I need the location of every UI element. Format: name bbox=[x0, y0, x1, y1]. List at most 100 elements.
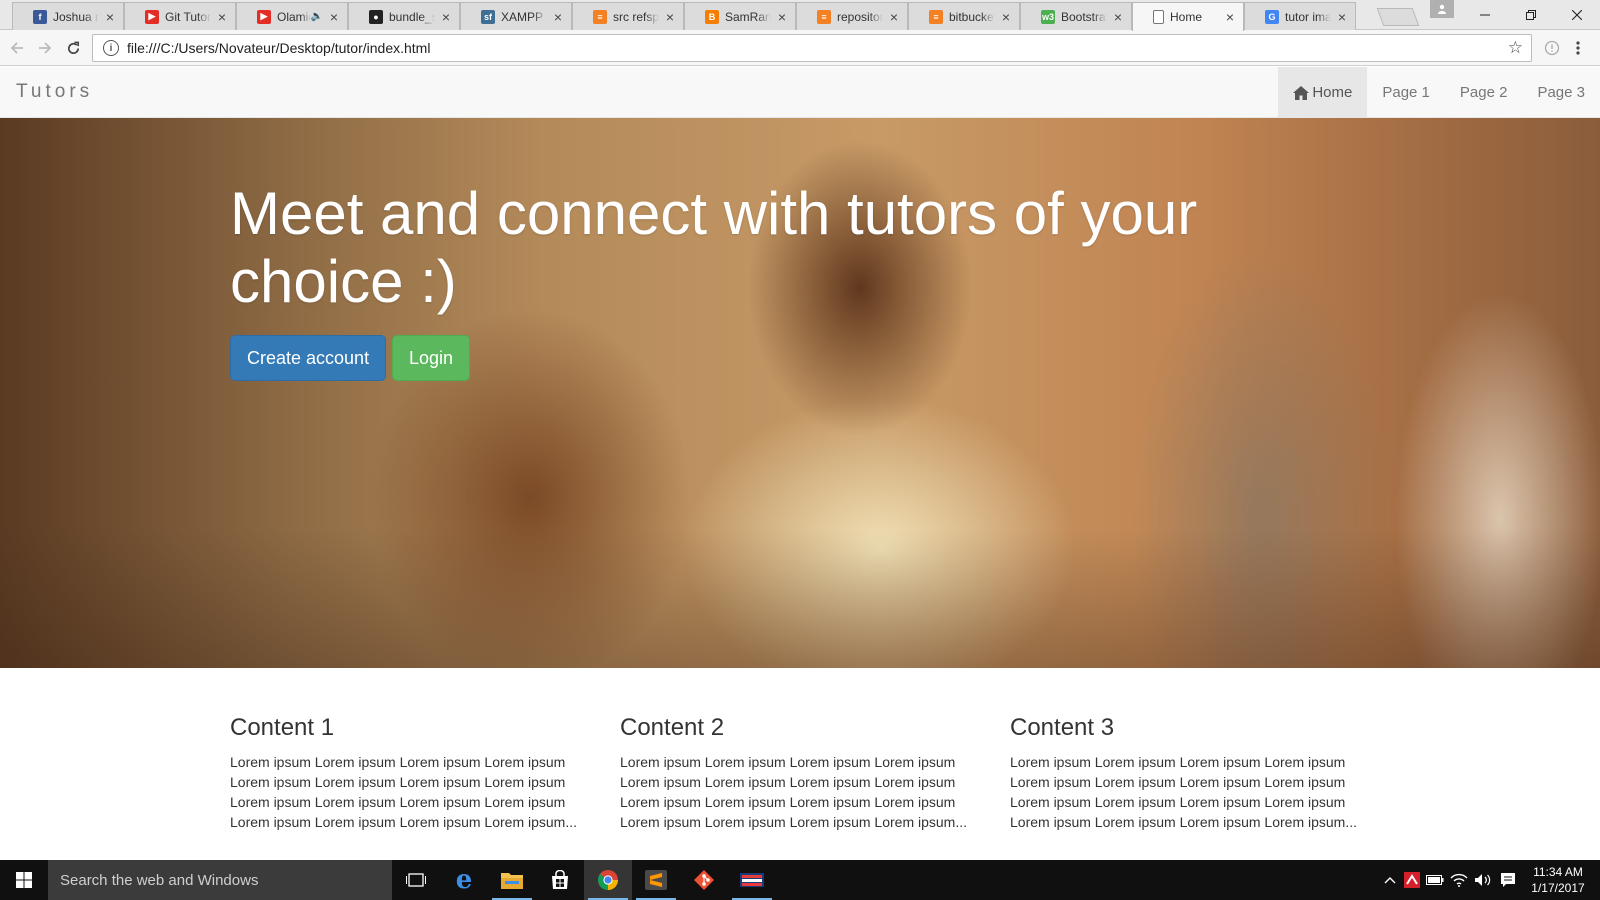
store-icon[interactable] bbox=[536, 860, 584, 900]
close-tab-icon[interactable]: × bbox=[215, 9, 229, 25]
close-tab-icon[interactable]: × bbox=[327, 9, 341, 25]
tab-title: bundle_sc bbox=[389, 9, 435, 24]
tab-title: SamRang bbox=[725, 9, 771, 24]
browser-tab[interactable]: sf XAMPP | S × bbox=[460, 2, 572, 30]
info-icon[interactable]: i bbox=[103, 40, 119, 56]
nav-page-1[interactable]: Page 1 bbox=[1367, 67, 1445, 117]
site-brand[interactable]: Tutors bbox=[16, 81, 93, 103]
tab-title: Home bbox=[1170, 10, 1203, 24]
volume-icon[interactable] bbox=[1472, 860, 1494, 900]
forward-button[interactable] bbox=[34, 37, 56, 59]
stackoverflow-icon: ≡ bbox=[929, 9, 943, 24]
sourceforge-icon: sf bbox=[481, 9, 495, 24]
windows-taskbar: Search the web and Windows e 11:34 AM 1/… bbox=[0, 860, 1600, 900]
tab-active[interactable]: Home × bbox=[1132, 2, 1244, 31]
home-icon bbox=[1293, 86, 1310, 100]
content-heading: Content 1 bbox=[230, 714, 335, 741]
blogger-icon: B bbox=[705, 9, 719, 24]
close-tab-icon[interactable]: × bbox=[663, 9, 677, 25]
sublime-text-icon[interactable] bbox=[632, 860, 680, 900]
nav-page-3[interactable]: Page 3 bbox=[1522, 67, 1600, 117]
google-icon: G bbox=[1265, 9, 1279, 24]
new-tab-button[interactable] bbox=[1376, 8, 1420, 26]
nav-home[interactable]: Home bbox=[1278, 67, 1368, 117]
youtube-icon: ▶ bbox=[257, 9, 271, 24]
windows-logo-icon bbox=[16, 872, 32, 888]
browser-tab[interactable]: w3 Bootstrap × bbox=[1020, 2, 1132, 30]
reload-button[interactable] bbox=[62, 37, 84, 59]
system-clock[interactable]: 11:34 AM 1/17/2017 bbox=[1526, 864, 1590, 896]
minimize-button[interactable] bbox=[1462, 0, 1508, 30]
tab-title: Joshua m bbox=[53, 9, 99, 24]
file-explorer-icon[interactable] bbox=[488, 860, 536, 900]
taskbar-search-box[interactable]: Search the web and Windows bbox=[48, 860, 392, 900]
close-tab-icon[interactable]: × bbox=[439, 9, 453, 25]
browser-tab[interactable]: ▶ Olamic🔈 × bbox=[236, 2, 348, 30]
audio-playing-icon[interactable]: 🔈 bbox=[311, 11, 323, 22]
close-tab-icon[interactable]: × bbox=[887, 9, 901, 25]
browser-toolbar: i file:///C:/Users/Novateur/Desktop/tuto… bbox=[0, 30, 1600, 66]
site-navbar: Tutors Home Page 1 Page 2 Page 3 bbox=[0, 67, 1600, 118]
browser-tab[interactable]: ▶ Git Tutori × bbox=[124, 2, 236, 30]
git-icon[interactable] bbox=[680, 860, 728, 900]
clock-date: 1/17/2017 bbox=[1531, 881, 1585, 895]
youtube-icon: ▶ bbox=[145, 9, 159, 24]
browser-tab[interactable]: ≡ bitbucket × bbox=[908, 2, 1020, 30]
close-tab-icon[interactable]: × bbox=[1335, 9, 1349, 25]
chrome-icon[interactable] bbox=[584, 860, 632, 900]
github-icon: ● bbox=[369, 9, 383, 24]
wifi-icon[interactable] bbox=[1448, 860, 1470, 900]
content-column-3: Content 3 Lorem ipsum Lorem ipsum Lorem … bbox=[1010, 714, 1362, 832]
show-hidden-icons-chevron-icon[interactable] bbox=[1380, 860, 1400, 900]
browser-tab[interactable]: ● bundle_sc × bbox=[348, 2, 460, 30]
start-button[interactable] bbox=[0, 860, 48, 900]
restore-button[interactable] bbox=[1508, 0, 1554, 30]
hero-title: Meet and connect with tutors of your cho… bbox=[230, 180, 1198, 315]
content-column-2: Content 2 Lorem ipsum Lorem ipsum Lorem … bbox=[620, 714, 972, 832]
hero-photo-shade bbox=[0, 528, 1600, 668]
close-tab-icon[interactable]: × bbox=[103, 9, 117, 25]
browser-tab[interactable]: B SamRang × bbox=[684, 2, 796, 30]
extension-icon[interactable] bbox=[1542, 38, 1562, 58]
browser-tab[interactable]: ≡ src refspe × bbox=[572, 2, 684, 30]
menu-icon[interactable] bbox=[1568, 38, 1588, 58]
edge-icon[interactable]: e bbox=[440, 860, 488, 900]
bookmark-star-icon[interactable]: ☆ bbox=[1508, 38, 1523, 58]
close-tab-icon[interactable]: × bbox=[551, 9, 565, 25]
task-view-icon[interactable] bbox=[392, 860, 440, 900]
tab-title: XAMPP | S bbox=[501, 9, 547, 24]
close-tab-icon[interactable]: × bbox=[1111, 9, 1125, 25]
content-text: Lorem ipsum Lorem ipsum Lorem ipsum Lore… bbox=[1010, 754, 1358, 830]
content-column-1: Content 1 Lorem ipsum Lorem ipsum Lorem … bbox=[230, 714, 582, 832]
vm-icon[interactable] bbox=[728, 860, 776, 900]
nav-page-2[interactable]: Page 2 bbox=[1445, 67, 1523, 117]
close-tab-icon[interactable]: × bbox=[999, 9, 1013, 25]
tab-title: repositor bbox=[837, 9, 883, 24]
profile-icon[interactable] bbox=[1430, 0, 1454, 18]
close-tab-icon[interactable]: × bbox=[1223, 9, 1237, 25]
browser-tab[interactable]: ≡ repositor × bbox=[796, 2, 908, 30]
nav-home-label: Home bbox=[1312, 83, 1353, 101]
content-heading: Content 3 bbox=[1010, 714, 1115, 741]
back-button[interactable] bbox=[6, 37, 28, 59]
stackoverflow-icon: ≡ bbox=[593, 9, 607, 24]
nav-links: Home Page 1 Page 2 Page 3 bbox=[1278, 67, 1600, 117]
tab-title: src refspe bbox=[613, 9, 659, 24]
facebook-icon: f bbox=[33, 9, 47, 24]
browser-tab[interactable]: Gtutor ima × bbox=[1244, 2, 1356, 30]
browser-tab[interactable]: f Joshua m × bbox=[12, 2, 124, 30]
address-bar[interactable]: i file:///C:/Users/Novateur/Desktop/tuto… bbox=[92, 34, 1532, 62]
close-tab-icon[interactable]: × bbox=[775, 9, 789, 25]
url-text: file:///C:/Users/Novateur/Desktop/tutor/… bbox=[127, 40, 431, 56]
clock-time: 11:34 AM bbox=[1533, 865, 1583, 879]
create-account-button[interactable]: Create account bbox=[230, 335, 387, 381]
tab-title: Git Tutori bbox=[165, 9, 211, 24]
antivirus-icon[interactable] bbox=[1402, 860, 1422, 900]
close-window-button[interactable] bbox=[1554, 0, 1600, 30]
login-button[interactable]: Login bbox=[392, 335, 471, 381]
page-icon bbox=[1153, 10, 1164, 24]
action-center-icon[interactable] bbox=[1496, 860, 1520, 900]
content-heading: Content 2 bbox=[620, 714, 725, 741]
content-text: Lorem ipsum Lorem ipsum Lorem ipsum Lore… bbox=[620, 754, 968, 830]
battery-icon[interactable] bbox=[1424, 860, 1446, 900]
